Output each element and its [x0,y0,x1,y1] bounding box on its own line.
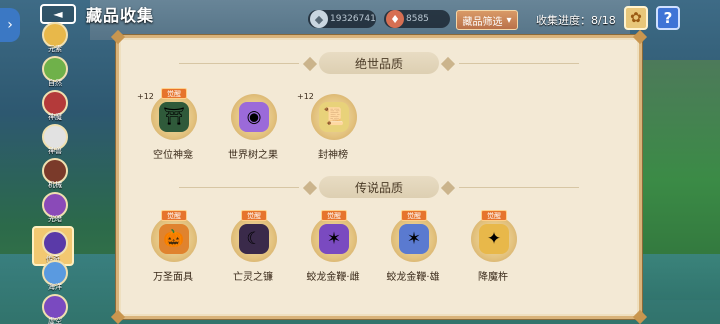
question-icon: ? [663,9,673,27]
sidebar-item-label: 自然 [48,79,62,87]
resource-counter-diamond: ◆ 19326741 [308,10,376,28]
gem-icon: ♦ [386,10,404,28]
item-name: 空位神龛 [153,150,193,161]
sidebar-item[interactable]: 神兽 [36,124,72,160]
lotus-icon: ✿ [630,10,642,26]
item-name: 万圣面具 [153,272,193,283]
back-button[interactable]: ◄ [40,4,76,24]
dragon-whip-female-icon: ✶ [319,224,349,254]
back-arrow-icon: ◄ [53,7,63,21]
dragon-whip-male-icon: ✶ [399,224,429,254]
item-name: 封神榜 [318,150,348,161]
item-name: 世界树之果 [228,150,278,161]
item-name: 降魔杵 [478,272,508,283]
divider-line [179,63,299,64]
collection-item[interactable]: ◉ 世界树之果 [213,88,293,164]
sidebar-item[interactable]: 海洋 [36,260,72,296]
vajra-icon: ✦ [479,224,509,254]
shrine-icon: ⛩ [159,102,189,132]
collection-item[interactable]: ✶ 觉醒蛟龙金鞭·雌 [293,210,373,286]
awaken-badge: 觉醒 [161,210,187,221]
upgrade-level: +12 [297,92,314,101]
fruit-orb-icon: ◉ [239,102,269,132]
sidebar-item[interactable]: 虚空 [36,294,72,324]
collection-item[interactable]: 🎃 觉醒万圣面具 [133,210,213,286]
resource-2-value: 8585 [406,14,429,24]
category-icon [42,230,68,256]
collection-item[interactable]: ☾ 觉醒亡灵之镰 [213,210,293,286]
divider-line [459,187,579,188]
collection-item[interactable]: ✶ 觉醒蛟龙金鞭·雄 [373,210,453,286]
help-button[interactable]: ? [656,6,680,30]
sidebar-item-label: 神魔 [48,113,62,121]
item-name: 亡灵之镰 [233,272,273,283]
collection-panel: 绝世品质 传说品质 ⛩ 觉醒 +12 空位神龛 ◉ 世界树之果 📜 +12 封神榜 🎃 觉醒万圣面具… [110,29,648,324]
filter-dropdown[interactable]: 藏品筛选 ▾ [456,10,518,30]
collection-item[interactable]: ⛩ 觉醒 +12 空位神龛 [133,88,213,164]
category-sidebar: 元素 自然 神魔 神兽 机械 光暗 传奇 海洋 虚空 [30,22,86,324]
filter-label: 藏品筛选 [462,16,503,28]
sidebar-item-label: 神兽 [48,147,62,155]
awaken-badge: 觉醒 [321,210,347,221]
section-header-legendary: 传说品质 [319,176,439,198]
item-name: 蛟龙金鞭·雄 [386,272,440,283]
awaken-badge: 觉醒 [401,210,427,221]
sidebar-item-label: 海洋 [48,283,62,291]
resource-counter-gem: ♦ 8585 [384,10,450,28]
sidebar-item-label: 虚空 [48,317,62,324]
item-name: 蛟龙金鞭·雌 [306,272,360,283]
sidebar-item[interactable]: 神魔 [36,90,72,126]
chevron-down-icon: ▾ [506,14,512,26]
divider-line [179,187,299,188]
scroll-icon: 📜 [319,102,349,132]
awaken-badge: 觉醒 [161,88,187,99]
sidebar-item[interactable]: 元素 [36,22,72,58]
sidebar-item[interactable]: 自然 [36,56,72,92]
sidebar-item-label: 光暗 [48,215,62,223]
collection-progress: 收集进度：8/18 [536,14,616,27]
top-bar: › ◄ 藏品收集 ◆ 19326741 ♦ 8585 藏品筛选 ▾ 收集进度：8… [0,0,720,42]
scythe-icon: ☾ [239,224,269,254]
collection-item[interactable]: 📜 +12 封神榜 [293,88,373,164]
upgrade-level: +12 [137,92,154,101]
awaken-badge: 觉醒 [481,210,507,221]
sidebar-item[interactable]: 光暗 [36,192,72,228]
page-title: 藏品收集 [86,6,155,25]
divider-line [459,63,579,64]
sidebar-item-label: 元素 [48,45,62,53]
pumpkin-mask-icon: 🎃 [159,224,189,254]
side-expand-tab[interactable]: › [0,8,20,42]
lotus-button[interactable]: ✿ [624,6,648,30]
section-header-mythic: 绝世品质 [319,52,439,74]
diamond-icon: ◆ [310,10,328,28]
sidebar-item-label: 机械 [48,181,62,189]
awaken-badge: 觉醒 [241,210,267,221]
collection-item[interactable]: ✦ 觉醒降魔杵 [453,210,533,286]
sidebar-item[interactable]: 机械 [36,158,72,194]
resource-1-value: 19326741 [330,14,376,24]
